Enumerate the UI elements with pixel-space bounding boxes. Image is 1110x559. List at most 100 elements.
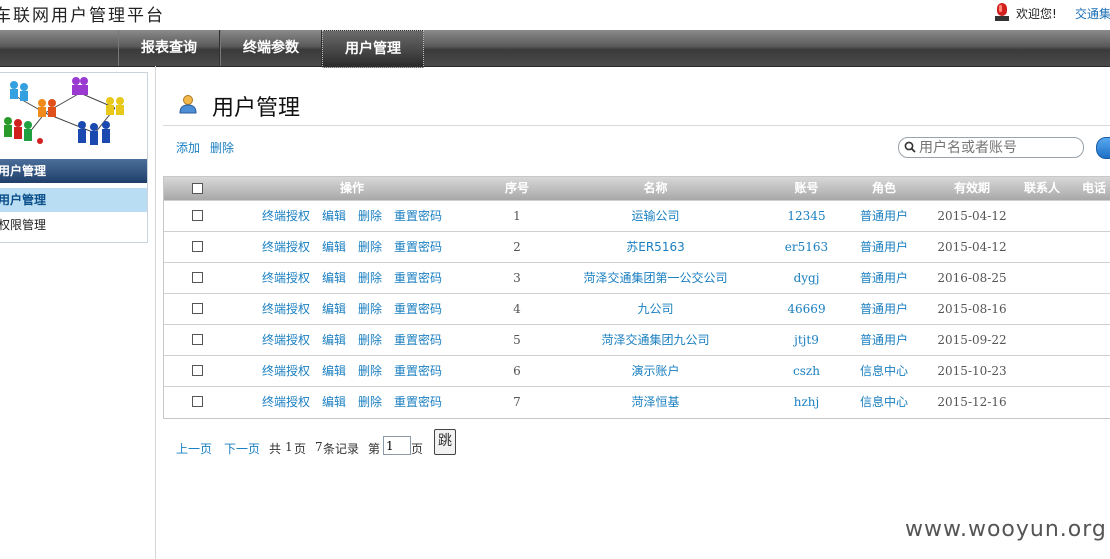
authorize-terminal-link[interactable]: 终端授权 bbox=[262, 240, 310, 254]
header-seq: 序号 bbox=[504, 181, 529, 195]
reset-password-link[interactable]: 重置密码 bbox=[394, 240, 442, 254]
authorize-terminal-link[interactable]: 终端授权 bbox=[262, 364, 310, 378]
cell-account[interactable]: dygj bbox=[774, 263, 839, 293]
page-suffix: 页 bbox=[411, 442, 424, 456]
next-page-link[interactable]: 下一页 bbox=[224, 440, 260, 457]
authorize-terminal-link[interactable]: 终端授权 bbox=[262, 302, 310, 316]
nav-tab-user-management[interactable]: 用户管理 bbox=[322, 30, 424, 68]
cell-expiry: 2015-04-12 bbox=[937, 209, 1007, 223]
row-checkbox[interactable] bbox=[192, 272, 203, 283]
cell-name[interactable]: 演示账户 bbox=[564, 356, 747, 386]
table-header: 操作 序号 名称 账号 角色 有效期 联系人 电话 bbox=[164, 177, 1110, 200]
edit-link[interactable]: 编辑 bbox=[322, 395, 346, 409]
cell-name[interactable]: 菏泽交通集团九公司 bbox=[564, 325, 747, 355]
cell-role: 普通用户 bbox=[859, 209, 908, 223]
search-button[interactable] bbox=[1096, 137, 1110, 159]
go-page-button[interactable]: 跳 bbox=[434, 429, 456, 455]
table-row: 终端授权 编辑 删除 重置密码 3 菏泽交通集团第一公交公司 dygj 普通用户 2016-08… bbox=[164, 262, 1110, 293]
delete-link[interactable]: 删除 bbox=[358, 364, 382, 378]
reset-password-link[interactable]: 重置密码 bbox=[394, 395, 442, 409]
edit-link[interactable]: 编辑 bbox=[322, 302, 346, 316]
row-checkbox[interactable] bbox=[192, 365, 203, 376]
reset-password-link[interactable]: 重置密码 bbox=[394, 302, 442, 316]
authorize-terminal-link[interactable]: 终端授权 bbox=[262, 271, 310, 285]
cell-role: 普通用户 bbox=[859, 240, 908, 254]
nav-tab-terminal-params[interactable]: 终端参数 bbox=[220, 30, 322, 66]
delete-link[interactable]: 删除 bbox=[358, 395, 382, 409]
delete-link[interactable]: 删除 bbox=[358, 302, 382, 316]
page-number-input[interactable] bbox=[383, 436, 411, 455]
main-nav: 报表查询 终端参数 用户管理 bbox=[0, 30, 1110, 68]
divider bbox=[163, 125, 1110, 126]
reset-password-link[interactable]: 重置密码 bbox=[394, 364, 442, 378]
delete-link[interactable]: 删除 bbox=[358, 209, 382, 223]
select-all-checkbox[interactable] bbox=[192, 183, 203, 194]
row-checkbox[interactable] bbox=[192, 396, 203, 407]
edit-link[interactable]: 编辑 bbox=[322, 364, 346, 378]
delete-link[interactable]: 删除 bbox=[358, 333, 382, 347]
row-actions: 终端授权 编辑 删除 重置密码 bbox=[262, 201, 454, 231]
cell-seq: 4 bbox=[513, 302, 521, 316]
nav-tab-reports[interactable]: 报表查询 bbox=[118, 30, 220, 66]
table-row: 终端授权 编辑 删除 重置密码 7 菏泽恒基 hzhj 信息中心 2015-12-16 bbox=[164, 386, 1110, 417]
row-checkbox[interactable] bbox=[192, 334, 203, 345]
cell-name[interactable]: 苏ER5163 bbox=[564, 232, 747, 262]
delete-link[interactable]: 删除 bbox=[358, 240, 382, 254]
total-pages-prefix: 共 bbox=[269, 442, 282, 456]
cell-seq: 2 bbox=[513, 240, 521, 254]
reset-password-link[interactable]: 重置密码 bbox=[394, 209, 442, 223]
search-input[interactable] bbox=[919, 138, 1079, 157]
cell-seq: 5 bbox=[513, 333, 521, 347]
authorize-terminal-link[interactable]: 终端授权 bbox=[262, 209, 310, 223]
reset-password-link[interactable]: 重置密码 bbox=[394, 333, 442, 347]
cell-name[interactable]: 菏泽交通集团第一公交公司 bbox=[564, 263, 747, 293]
sidebar-item-user-management[interactable]: 用户管理 bbox=[0, 188, 147, 212]
authorize-terminal-link[interactable]: 终端授权 bbox=[262, 333, 310, 347]
search-box bbox=[898, 137, 1084, 158]
cell-account[interactable]: 12345 bbox=[774, 201, 839, 231]
row-actions: 终端授权 编辑 删除 重置密码 bbox=[262, 263, 454, 293]
row-checkbox[interactable] bbox=[192, 303, 203, 314]
edit-link[interactable]: 编辑 bbox=[322, 240, 346, 254]
edit-link[interactable]: 编辑 bbox=[322, 271, 346, 285]
cell-name[interactable]: 九公司 bbox=[564, 294, 747, 324]
edit-link[interactable]: 编辑 bbox=[322, 333, 346, 347]
header-account: 账号 bbox=[794, 181, 819, 195]
sidebar-item-permission-management[interactable]: 权限管理 bbox=[0, 213, 147, 237]
records-suffix: 条记录 bbox=[323, 442, 360, 456]
current-user-link[interactable]: 交通集团 bbox=[1075, 5, 1110, 22]
prev-page-link[interactable]: 上一页 bbox=[176, 440, 212, 457]
top-header: 车联网用户管理平台 欢迎您! 交通集团 bbox=[0, 0, 1110, 30]
row-checkbox[interactable] bbox=[192, 210, 203, 221]
cell-expiry: 2016-08-25 bbox=[937, 271, 1007, 285]
cell-name[interactable]: 运输公司 bbox=[564, 201, 747, 231]
edit-link[interactable]: 编辑 bbox=[322, 209, 346, 223]
add-button[interactable]: 添加 bbox=[176, 139, 200, 156]
reset-password-link[interactable]: 重置密码 bbox=[394, 271, 442, 285]
app-title: 车联网用户管理平台 bbox=[0, 6, 165, 26]
search-icon bbox=[904, 141, 916, 153]
delete-link[interactable]: 删除 bbox=[358, 271, 382, 285]
cell-expiry: 2015-08-16 bbox=[937, 302, 1007, 316]
welcome-text: 欢迎您! bbox=[1016, 7, 1057, 21]
table-row: 终端授权 编辑 删除 重置密码 1 运输公司 12345 普通用户 2015-04-12 bbox=[164, 200, 1110, 231]
authorize-terminal-link[interactable]: 终端授权 bbox=[262, 395, 310, 409]
cell-name[interactable]: 菏泽恒基 bbox=[564, 387, 747, 417]
table-row: 终端授权 编辑 删除 重置密码 2 苏ER5163 er5163 普通用户 2015-04-12 bbox=[164, 231, 1110, 262]
cell-account[interactable]: hzhj bbox=[774, 387, 839, 417]
sidebar: 用户管理 用户管理 权限管理 bbox=[0, 72, 148, 243]
cell-account[interactable]: jtjt9 bbox=[774, 325, 839, 355]
cell-role: 普通用户 bbox=[859, 271, 908, 285]
cell-account[interactable]: cszh bbox=[774, 356, 839, 386]
cell-account[interactable]: 46669 bbox=[774, 294, 839, 324]
header-phone: 电话 bbox=[1081, 181, 1106, 195]
page-prefix: 第 bbox=[368, 442, 381, 456]
cell-account[interactable]: er5163 bbox=[774, 232, 839, 262]
cell-role: 普通用户 bbox=[859, 333, 908, 347]
total-pages-suffix: 页 bbox=[294, 442, 307, 456]
delete-button[interactable]: 删除 bbox=[210, 139, 234, 156]
header-contact: 联系人 bbox=[1023, 181, 1060, 195]
row-actions: 终端授权 编辑 删除 重置密码 bbox=[262, 325, 454, 355]
total-pages: 1 bbox=[285, 440, 293, 454]
row-checkbox[interactable] bbox=[192, 241, 203, 252]
